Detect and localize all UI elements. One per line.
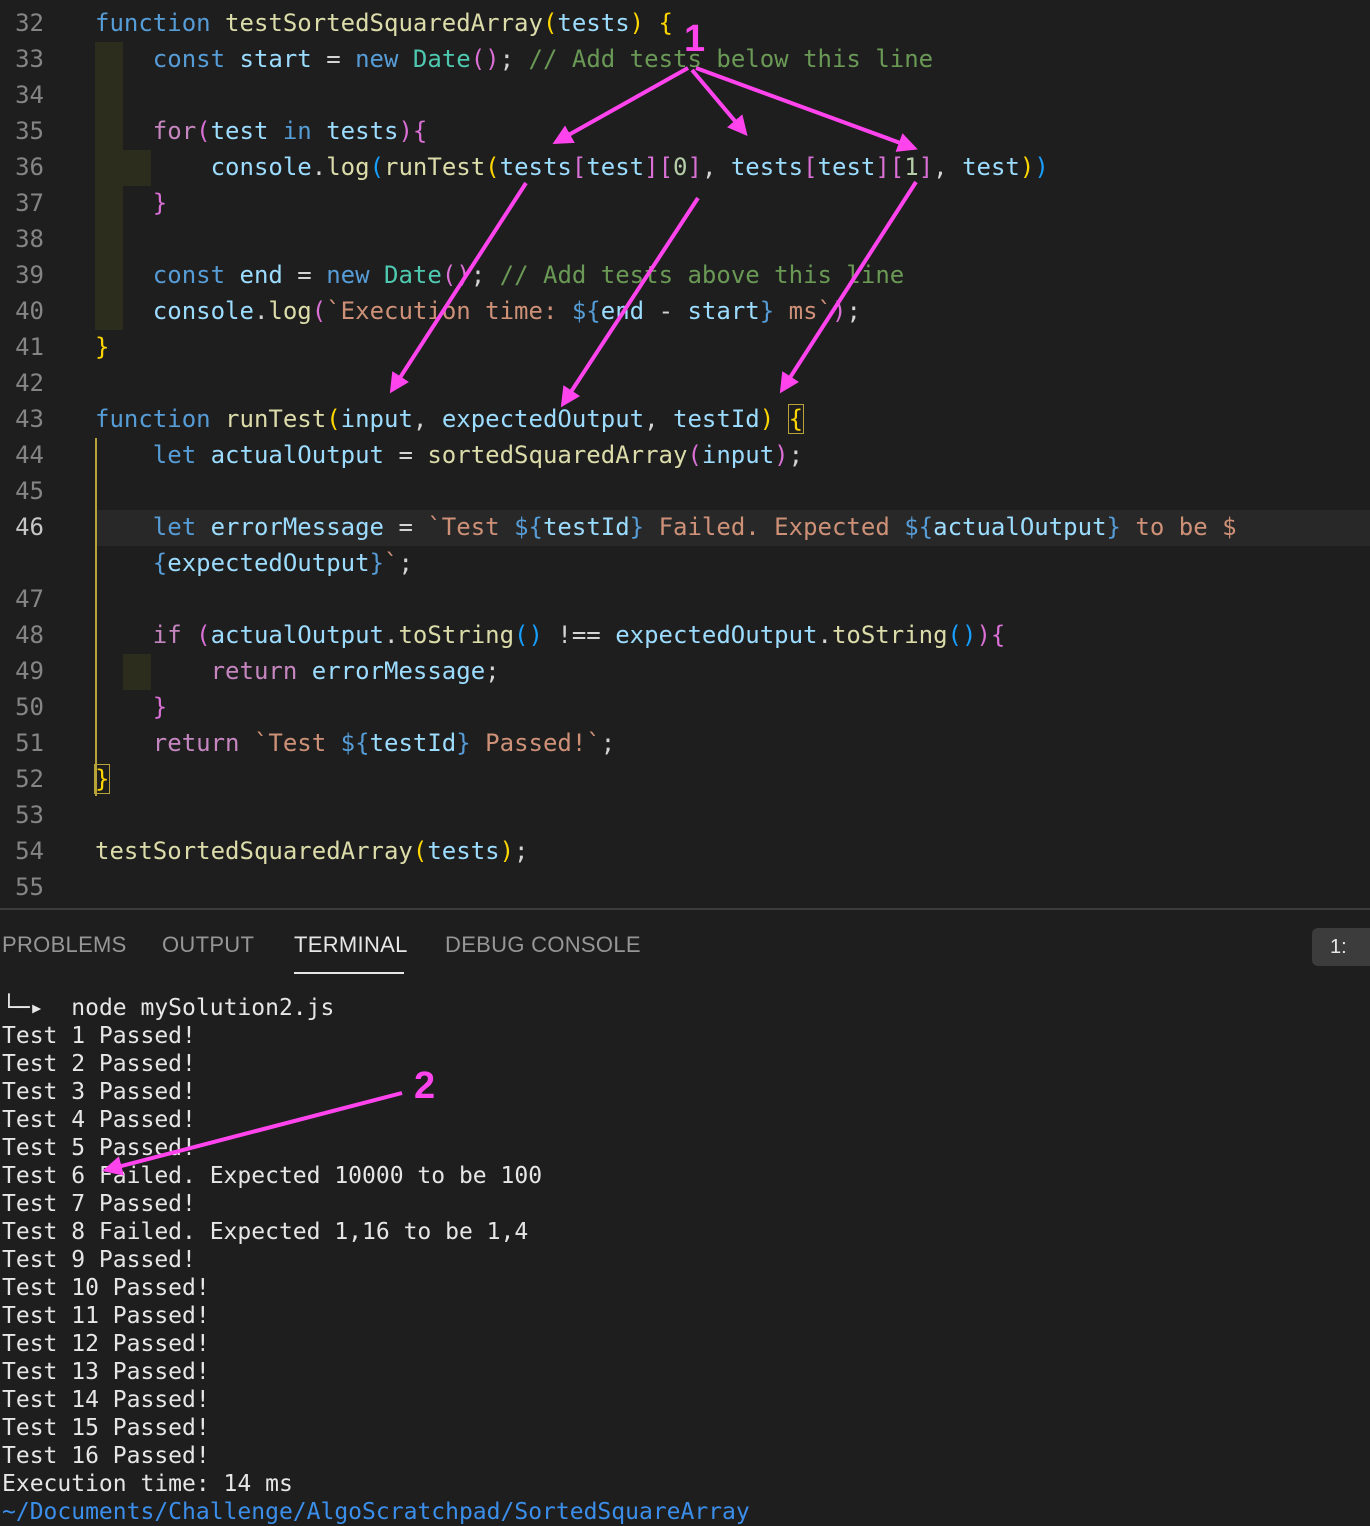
terminal-output-line: Test 1 Passed! — [2, 1023, 196, 1049]
terminal-output-line: Test 2 Passed! — [2, 1051, 196, 1077]
terminal-output-line: Test 14 Passed! — [2, 1387, 210, 1413]
terminal-command: node mySolution2.js — [71, 995, 335, 1021]
terminal-output-line: Test 13 Passed! — [2, 1359, 210, 1385]
code-line: return `Test ${testId} Passed!`; — [152, 729, 616, 757]
terminal-output-line: Test 5 Passed! — [2, 1135, 196, 1161]
line-number-row: 53 — [0, 797, 1370, 833]
code-editor[interactable]: 32 33 34 35 36 37 38 39 40 41 42 43 44 45 46 47 48 49 50 51… — [0, 0, 1370, 908]
code-line: function runTest(input, expectedOutput, … — [95, 404, 805, 434]
line-number: 45 — [15, 477, 44, 505]
line-number-row: 34 — [0, 77, 1370, 113]
code-line-current: let errorMessage = `Test ${testId} Faile… — [152, 513, 1237, 541]
terminal-output-line: Test 9 Passed! — [2, 1247, 196, 1273]
terminal-cwd: ~/Documents/Challenge/AlgoScratchpad/Sor… — [2, 1499, 750, 1525]
code-line: const start = new Date(); // Add tests b… — [152, 45, 934, 73]
terminal-output-line: Test 6 Failed. Expected 10000 to be 100 — [2, 1163, 543, 1189]
line-number: 34 — [15, 81, 44, 109]
code-line: console.log(runTest(tests[test][0], test… — [210, 153, 1049, 181]
tab-problems[interactable]: PROBLEMS — [2, 932, 127, 958]
code-line: } — [152, 693, 168, 721]
code-line: } — [152, 189, 168, 217]
line-number-row: 42 — [0, 365, 1370, 401]
code-line: return errorMessage; — [210, 657, 500, 685]
code-line-wrapped: {expectedOutput}`; — [152, 549, 413, 577]
terminal-prompt: └─▸ node mySolution2.js — [2, 994, 334, 1022]
terminal-output-line: Test 15 Passed! — [2, 1415, 210, 1441]
code-line: testSortedSquaredArray(tests); — [95, 837, 529, 865]
prompt-arrow-icon: └─▸ — [2, 995, 44, 1021]
bottom-panel: PROBLEMS OUTPUT TERMINAL DEBUG CONSOLE 1… — [0, 908, 1370, 1525]
terminal-output-line: Test 3 Passed! — [2, 1079, 196, 1105]
line-number-row: 47 — [0, 581, 1370, 617]
terminal-selector[interactable]: 1: — [1312, 928, 1370, 966]
line-number: 55 — [15, 873, 44, 901]
line-number: 53 — [15, 801, 44, 829]
code-line: const end = new Date(); // Add tests abo… — [152, 261, 905, 289]
tab-output[interactable]: OUTPUT — [162, 932, 254, 958]
terminal-output-line: Test 10 Passed! — [2, 1275, 210, 1301]
terminal-output-line: Execution time: 14 ms — [2, 1471, 293, 1497]
line-number-row: 38 — [0, 221, 1370, 257]
code-line: for(test in tests){ — [152, 117, 428, 145]
code-line: } — [95, 333, 110, 361]
tab-debug-console[interactable]: DEBUG CONSOLE — [445, 932, 641, 958]
line-number-row: 55 — [0, 869, 1370, 905]
terminal-output-line: Test 4 Passed! — [2, 1107, 196, 1133]
line-number-row: 45 — [0, 473, 1370, 509]
terminal-output-line: Test 7 Passed! — [2, 1191, 196, 1217]
terminal-output-line: Test 11 Passed! — [2, 1303, 210, 1329]
code-line: function testSortedSquaredArray(tests) { — [95, 9, 673, 37]
code-line: console.log(`Execution time: ${end - sta… — [152, 297, 861, 325]
tab-terminal[interactable]: TERMINAL — [294, 932, 408, 958]
code-line: let actualOutput = sortedSquaredArray(in… — [152, 441, 804, 469]
line-number: 38 — [15, 225, 44, 253]
line-number: 42 — [15, 369, 44, 397]
active-tab-indicator — [294, 972, 404, 974]
line-number: 47 — [15, 585, 44, 613]
terminal-output-line: Test 16 Passed! — [2, 1443, 210, 1469]
terminal-output-line: Test 8 Failed. Expected 1,16 to be 1,4 — [2, 1219, 529, 1245]
code-line: } — [93, 764, 111, 794]
terminal-output-line: Test 12 Passed! — [2, 1331, 210, 1357]
code-line: if (actualOutput.toString() !== expected… — [152, 621, 1006, 649]
